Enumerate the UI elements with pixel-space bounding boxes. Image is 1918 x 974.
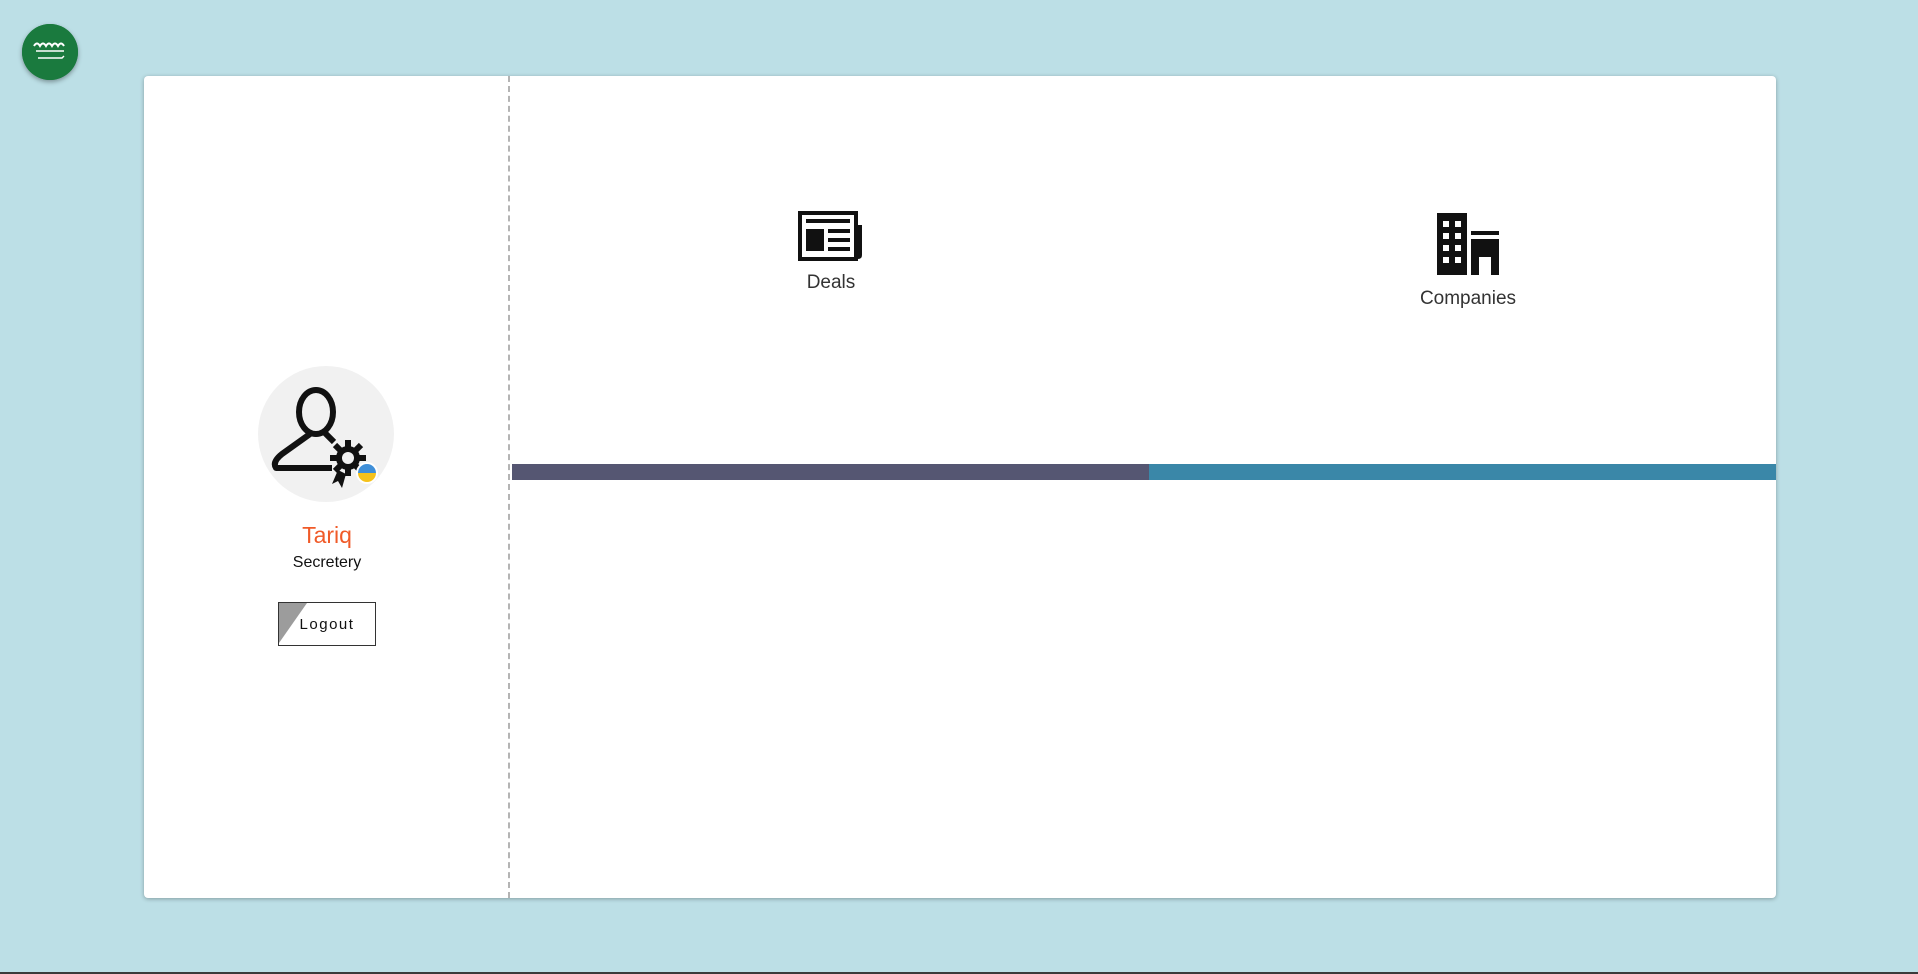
user-role: Secretery: [292, 554, 362, 571]
nav-deals[interactable]: Deals: [731, 211, 931, 294]
saudi-arabia-flag-icon: [22, 24, 78, 80]
logout-label: Logout: [299, 615, 355, 633]
progress-fill: [512, 464, 1150, 480]
nav-companies[interactable]: Companies: [1368, 211, 1568, 310]
saudi-arabia-flag-button[interactable]: [22, 24, 78, 80]
progress-bar: [512, 464, 1776, 480]
avatar: [258, 366, 394, 502]
user-name: Tariq: [302, 522, 352, 548]
newspaper-icon: [798, 211, 862, 261]
logout-button[interactable]: Logout: [278, 602, 376, 646]
nav-deals-label: Deals: [806, 272, 856, 293]
buildings-icon: [1437, 213, 1499, 275]
main-card: Tariq Secretery Logout Deals Companies: [144, 76, 1776, 898]
profile-sidebar: Tariq Secretery Logout: [144, 76, 510, 898]
status-indicator: [356, 462, 378, 484]
main-panel: Deals Companies: [512, 76, 1776, 898]
nav-companies-label: Companies: [1419, 288, 1517, 309]
